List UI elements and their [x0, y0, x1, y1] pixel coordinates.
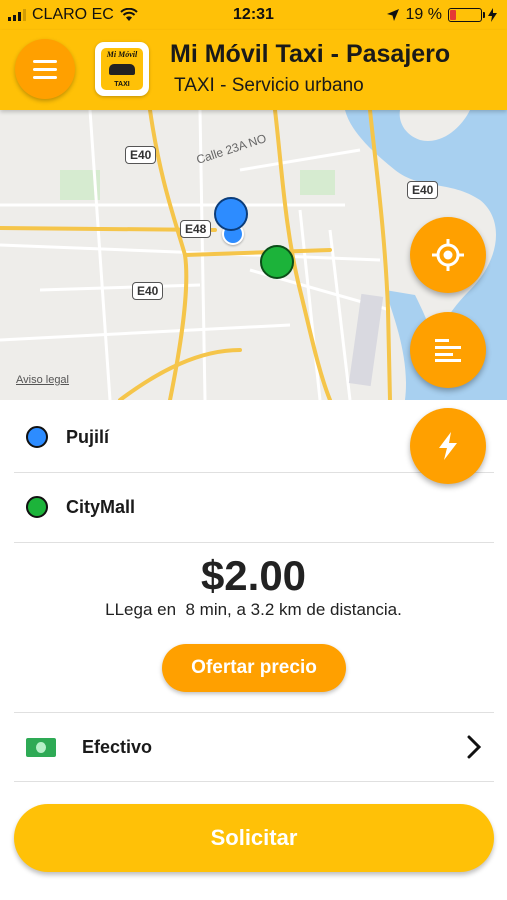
payment-method-row[interactable]: Efectivo	[14, 712, 494, 782]
offer-price-button[interactable]: Ofertar precio	[162, 644, 346, 692]
battery-percent: 19 %	[405, 6, 442, 23]
map-legal-link[interactable]: Aviso legal	[16, 374, 69, 386]
origin-dot-icon	[26, 426, 48, 448]
logo-bottom-text: TAXI	[114, 81, 130, 88]
battery-group: 19 %	[386, 6, 497, 24]
eta-text: LLega en 8 min, a 3.2 km de distancia.	[105, 600, 402, 619]
destination-row[interactable]: CityMall	[14, 472, 494, 543]
road-shield: E40	[125, 146, 157, 164]
street	[0, 243, 381, 262]
location-arrow-icon	[386, 9, 399, 21]
battery-fill	[450, 10, 457, 20]
road-shield: E40	[132, 282, 164, 300]
status-bar: CLARO EC 12:31 19 %	[0, 0, 507, 30]
payment-method-label: Efectivo	[82, 736, 153, 757]
taxi-car-icon	[109, 64, 135, 75]
menu-button[interactable]	[15, 39, 75, 99]
airport-runway	[348, 293, 384, 387]
fare-price: $2.00	[200, 552, 307, 599]
road-shield: E40	[407, 181, 439, 199]
destination-dot-icon	[26, 496, 48, 518]
street	[39, 283, 201, 292]
road-shield: E48	[180, 220, 212, 238]
lightning-icon	[439, 432, 457, 460]
origin-label: Pujilí	[66, 426, 110, 447]
destination-label: CityMall	[66, 496, 136, 517]
quick-request-button[interactable]	[410, 408, 486, 484]
highway	[183, 248, 332, 257]
menu-icon-bar	[33, 59, 57, 63]
app-logo: Mi Móvil TAXI	[95, 42, 149, 96]
battery-icon	[448, 8, 485, 22]
logo-top-text: Mi Móvil	[106, 50, 138, 59]
street	[0, 323, 291, 342]
destination-pin[interactable]	[260, 245, 294, 279]
request-ride-button[interactable]: Solicitar	[14, 804, 494, 872]
menu-icon-bar	[33, 67, 57, 71]
street	[88, 110, 112, 400]
charging-icon	[488, 8, 497, 22]
highway	[118, 348, 242, 400]
chevron-right-icon	[467, 735, 482, 759]
park	[300, 170, 335, 195]
crosshair-icon	[432, 239, 464, 271]
list-options-button[interactable]	[410, 312, 486, 388]
cash-icon	[26, 737, 56, 757]
logo-badge: Mi Móvil TAXI	[101, 48, 143, 90]
service-type: TAXI - Servicio urbano	[174, 75, 364, 96]
app-header: Mi Móvil TAXI Mi Móvil Taxi - Pasajero T…	[0, 30, 507, 110]
menu-icon-bar	[33, 75, 57, 79]
origin-pin[interactable]	[214, 197, 248, 231]
list-icon	[435, 339, 461, 362]
street	[239, 148, 361, 172]
street	[328, 229, 352, 400]
locate-me-button[interactable]	[410, 217, 486, 293]
app-title: Mi Móvil Taxi - Pasajero	[170, 40, 451, 68]
